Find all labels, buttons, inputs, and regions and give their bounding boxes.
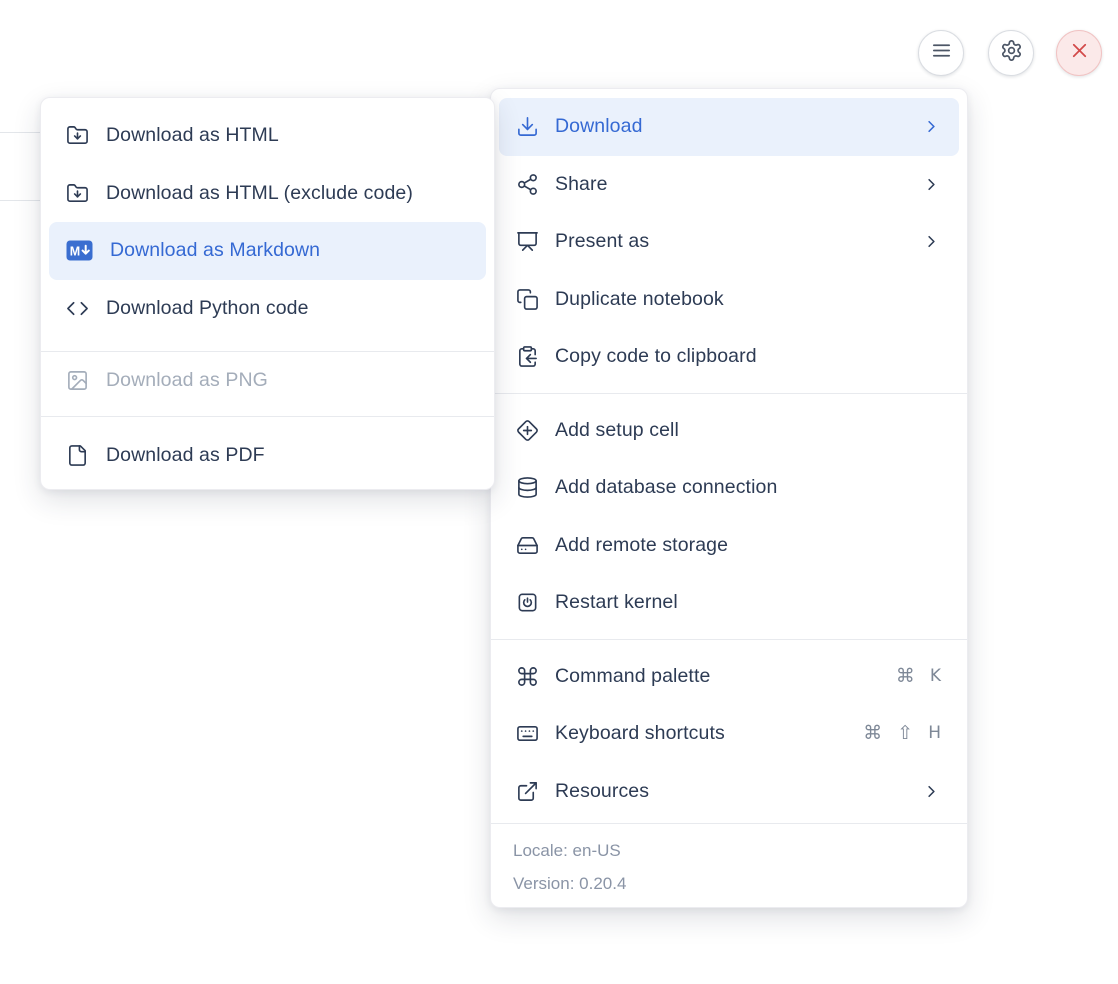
share-icon: [516, 173, 539, 196]
database-icon: [516, 476, 539, 499]
menu-item-label: Download Python code: [106, 297, 309, 320]
menu-item-add-remote-storage[interactable]: Add remote storage: [491, 517, 967, 575]
menu-item-label: Add setup cell: [555, 419, 679, 442]
shortcut-letter: K: [930, 668, 941, 685]
markdown-icon: M: [66, 240, 93, 261]
menu-button[interactable]: [918, 30, 964, 76]
menu-separator: [491, 639, 967, 640]
menu-item-label: Add database connection: [555, 476, 777, 499]
settings-button[interactable]: [988, 30, 1034, 76]
submenu-item-download-pdf[interactable]: Download as PDF: [41, 427, 494, 485]
menu-separator: [491, 393, 967, 394]
background-rule: [0, 132, 41, 133]
submenu-item-download-html[interactable]: Download as HTML: [41, 107, 494, 165]
submenu-item-download-html-exclude-code[interactable]: Download as HTML (exclude code): [41, 165, 494, 223]
menu-item-label: Restart kernel: [555, 591, 678, 614]
chevron-right-icon: [922, 117, 941, 136]
keyboard-icon: [516, 722, 539, 745]
menu-item-label: Keyboard shortcuts: [555, 722, 725, 745]
notebook-menu: Download Share Present as Duplicate note…: [490, 88, 968, 908]
menu-item-label: Download: [555, 115, 643, 138]
menu-item-download[interactable]: Download: [499, 98, 959, 156]
close-icon: [1068, 39, 1091, 67]
image-icon: [66, 369, 89, 392]
chevron-right-icon: [922, 232, 941, 251]
menu-item-label: Download as HTML (exclude code): [106, 182, 413, 205]
download-icon: [516, 115, 539, 138]
svg-text:M: M: [70, 245, 80, 259]
menu-item-duplicate-notebook[interactable]: Duplicate notebook: [491, 271, 967, 329]
diamond-plus-icon: [516, 419, 539, 442]
submenu-item-download-markdown[interactable]: M Download as Markdown: [49, 222, 486, 280]
hamburger-icon: [930, 39, 953, 67]
command-key-glyph: ⌘: [896, 667, 915, 686]
menu-item-copy-code[interactable]: Copy code to clipboard: [491, 328, 967, 386]
copy-icon: [516, 288, 539, 311]
close-button[interactable]: [1056, 30, 1102, 76]
menu-item-label: Add remote storage: [555, 534, 728, 557]
menu-item-resources[interactable]: Resources: [491, 763, 967, 821]
locale-text: Locale: en-US: [513, 834, 967, 867]
background-rule: [0, 200, 41, 201]
menu-item-label: Copy code to clipboard: [555, 345, 757, 368]
menu-item-restart-kernel[interactable]: Restart kernel: [491, 574, 967, 632]
file-icon: [66, 444, 89, 467]
menu-item-label: Present as: [555, 230, 649, 253]
menu-item-label: Download as Markdown: [110, 239, 320, 262]
shift-key-glyph: ⇧: [897, 724, 913, 743]
menu-item-label: Duplicate notebook: [555, 288, 724, 311]
menu-item-command-palette[interactable]: Command palette ⌘ K: [491, 648, 967, 706]
submenu-item-download-png[interactable]: Download as PNG: [41, 352, 494, 410]
shortcut-letter: H: [928, 725, 941, 742]
menu-item-label: Download as HTML: [106, 124, 279, 147]
command-icon: [516, 665, 539, 688]
shortcut-hint: ⌘ ⇧ H: [863, 724, 941, 743]
presentation-icon: [516, 230, 539, 253]
clipboard-copy-icon: [516, 345, 539, 368]
folder-down-icon: [66, 124, 89, 147]
chevron-right-icon: [922, 782, 941, 801]
download-submenu: Download as HTML Download as HTML (exclu…: [40, 97, 495, 490]
menu-item-label: Resources: [555, 780, 649, 803]
external-link-icon: [516, 780, 539, 803]
submenu-item-download-python-code[interactable]: Download Python code: [41, 280, 494, 338]
power-icon: [516, 591, 539, 614]
menu-item-share[interactable]: Share: [491, 156, 967, 214]
menu-item-add-database-connection[interactable]: Add database connection: [491, 459, 967, 517]
command-key-glyph: ⌘: [863, 724, 882, 743]
menu-item-add-setup-cell[interactable]: Add setup cell: [491, 402, 967, 460]
menu-item-label: Download as PDF: [106, 444, 265, 467]
hard-drive-icon: [516, 534, 539, 557]
menu-item-keyboard-shortcuts[interactable]: Keyboard shortcuts ⌘ ⇧ H: [491, 705, 967, 763]
folder-down-icon: [66, 182, 89, 205]
version-text: Version: 0.20.4: [513, 867, 967, 900]
shortcut-hint: ⌘ K: [896, 667, 941, 686]
chevron-right-icon: [922, 175, 941, 194]
gear-icon: [1000, 39, 1023, 67]
menu-footer: Locale: en-US Version: 0.20.4: [491, 824, 967, 900]
code-icon: [66, 297, 89, 320]
menu-item-present-as[interactable]: Present as: [491, 213, 967, 271]
menu-item-label: Share: [555, 173, 608, 196]
menu-item-label: Command palette: [555, 665, 710, 688]
menu-separator: [41, 416, 494, 417]
menu-item-label: Download as PNG: [106, 369, 268, 392]
